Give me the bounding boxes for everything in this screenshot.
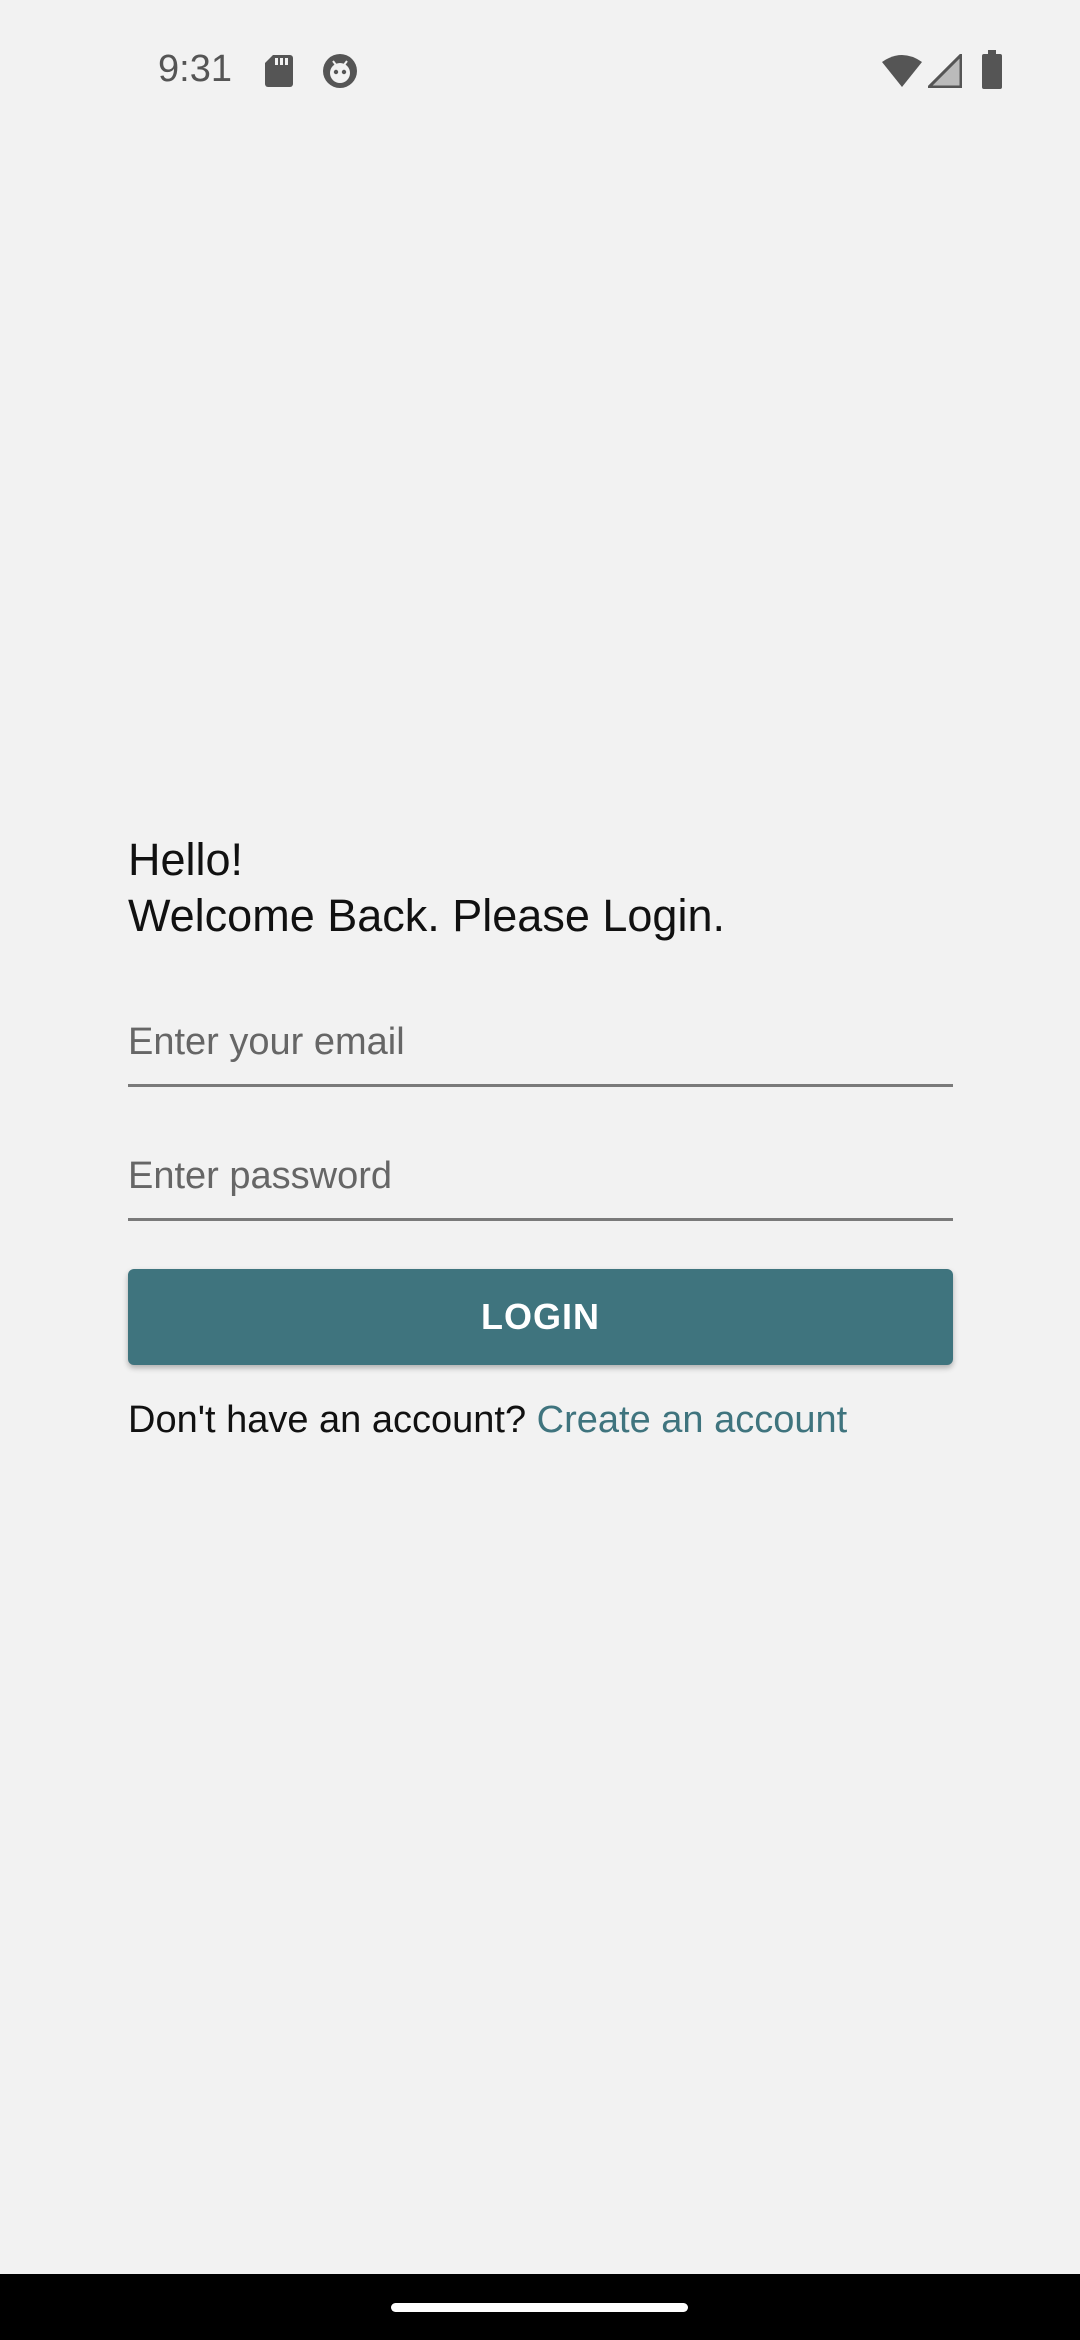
password-field[interactable]	[128, 1134, 953, 1221]
battery-icon	[982, 50, 1002, 89]
sd-card-icon	[265, 55, 293, 87]
greeting-line-1: Hello!	[128, 834, 244, 885]
status-time: 9:31	[158, 48, 232, 90]
login-screen: 9:31 Hello! Welcome Back. Please Login. …	[0, 0, 1080, 2340]
status-bar: 9:31	[0, 0, 1080, 140]
create-account-link[interactable]: Create an account	[537, 1399, 848, 1441]
email-field[interactable]	[128, 1000, 953, 1087]
greeting-heading: Hello! Welcome Back. Please Login.	[128, 832, 725, 944]
greeting-line-2: Welcome Back. Please Login.	[128, 890, 725, 941]
signup-prompt: Don't have an account?	[128, 1399, 537, 1441]
wifi-icon	[882, 55, 922, 87]
home-indicator[interactable]	[391, 2303, 688, 2312]
robot-face-icon	[323, 54, 357, 88]
login-button[interactable]: LOGIN	[128, 1269, 953, 1365]
cell-signal-icon	[928, 54, 962, 88]
navigation-bar	[0, 2274, 1080, 2340]
signup-row: Don't have an account? Create an account	[128, 1392, 847, 1448]
